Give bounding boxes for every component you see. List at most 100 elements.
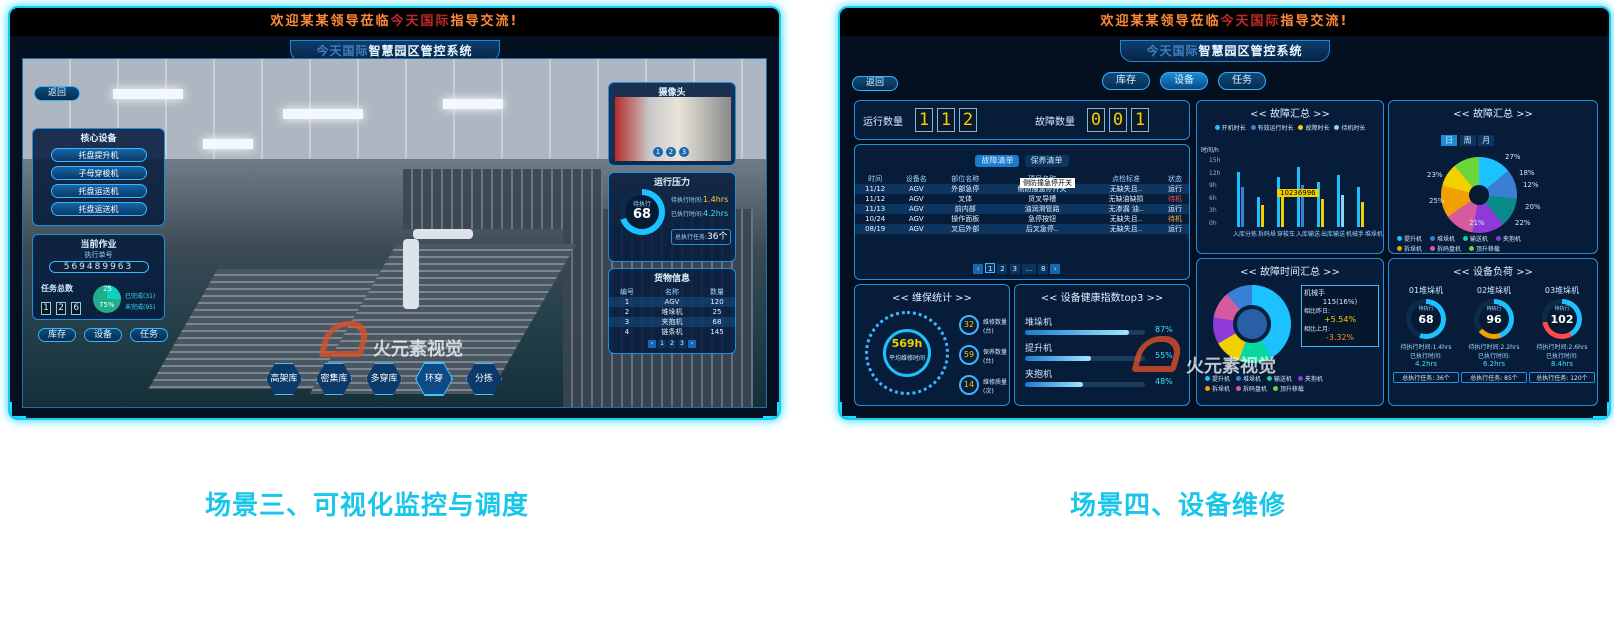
maint-count: 59 — [959, 345, 979, 365]
mom-value: -3.32% — [1325, 333, 1355, 342]
maintenance-stats-panel: << 维保统计 >> 569h 平均维修时间 32 维修数量(台) 59 保养数… — [854, 284, 1010, 406]
tab-inventory[interactable]: 库存 — [38, 328, 76, 342]
bar — [1261, 205, 1264, 227]
equipment-item[interactable]: 托盘运送机 — [50, 202, 147, 216]
load-machine-name: 02堆垛机 — [1476, 286, 1512, 295]
page-number[interactable]: 3 — [1009, 264, 1020, 274]
table-row[interactable]: 10/24 AGV 操作面板 急停按钮 无缺失且.. 待机 — [855, 214, 1189, 224]
table-row[interactable]: 11/13 AGV 前内部 油润滑管路 无渗漏 油.. 运行 — [855, 204, 1189, 214]
legend-item: 有效运行时长 — [1257, 125, 1294, 132]
load-value: 102 — [1550, 313, 1574, 326]
equipment-item[interactable]: 托盘提升机 — [50, 148, 147, 162]
load-machine-name: 03堆垛机 — [1544, 286, 1580, 295]
table-row[interactable]: 3 夹抱机 68 — [609, 317, 735, 327]
panel-title: 设备健康指数top3 — [1060, 293, 1144, 304]
period-month[interactable]: 月 — [1478, 135, 1495, 146]
load-wait: 待执行时间:2.6hrs — [1536, 344, 1588, 351]
page-ellipsis: ... — [1021, 264, 1036, 274]
page-number[interactable]: 1 — [985, 263, 996, 273]
tab-equipment[interactable]: 设备 — [1160, 72, 1208, 90]
row-tooltip: 侧防撞急停开关 — [1020, 178, 1075, 188]
cell: 堆垛机 — [661, 308, 683, 316]
banner-company: 今天国际 — [1220, 14, 1281, 29]
page-number[interactable]: 2 — [997, 264, 1008, 274]
cell: AGV — [895, 184, 938, 194]
period-day[interactable]: 日 — [1441, 135, 1457, 146]
load-total: 总执行任务: 36个 — [1393, 372, 1459, 383]
bar — [1281, 192, 1284, 227]
counter-panel: 运行数量 112 故障数量 001 — [854, 100, 1190, 140]
cell: AGV — [895, 204, 938, 214]
maintenance-screen-panel: 欢迎某某领导莅临今天国际指导交流! 今天国际智慧园区管控系统 返回 库存 设备 … — [838, 6, 1611, 420]
page-number[interactable]: 2 — [668, 340, 676, 348]
camera-dot[interactable]: 3 — [679, 147, 689, 157]
core-equipment-panel: 核心设备 托盘提升机 子母穿梭机 托盘运送机 托盘运送机 — [32, 128, 165, 226]
task-total-label: 任务总数 — [41, 284, 73, 293]
table-row[interactable]: 11/12 AGV 叉体 货叉导槽 无缺油缺损 待机 — [855, 194, 1189, 204]
back-button[interactable]: 返回 — [34, 86, 80, 101]
table-row[interactable]: 4 链条机 145 — [609, 327, 735, 337]
legend-item: 拆垛机 — [1404, 246, 1423, 253]
avg-repair-time: 569h — [891, 337, 923, 350]
camera-selector[interactable]: 123 — [653, 147, 689, 157]
tab-equipment[interactable]: 设备 — [84, 328, 122, 342]
watermark-text: 火元素视觉 — [373, 339, 463, 360]
banner-text: 欢迎某某领导莅临 — [1100, 14, 1221, 29]
table-row[interactable]: 08/19 AGV 叉后外部 后叉急停.. 无缺失且.. 运行 — [855, 224, 1189, 234]
camera-panel: 摄像头 123 — [608, 82, 736, 166]
chevron-left-icon: << — [1240, 267, 1260, 278]
panel-title: 故障时间汇总 — [1260, 267, 1320, 278]
load-run-label: 已执行时间: — [1477, 353, 1511, 360]
camera-dot[interactable]: 2 — [666, 147, 676, 157]
done-count: 已完成(31) — [125, 293, 156, 300]
page-number[interactable]: 1 — [658, 340, 667, 348]
load-run-label: 已执行时间: — [1409, 353, 1443, 360]
equipment-item[interactable]: 子母穿梭机 — [50, 166, 147, 180]
equipment-item[interactable]: 托盘运送机 — [50, 184, 147, 198]
yoy-label: 相比昨日: — [1304, 308, 1331, 315]
load-total: 总执行任务: 85个 — [1461, 372, 1527, 383]
bar — [1277, 177, 1280, 227]
load-run-value: 6.2hrs — [1482, 360, 1506, 368]
bar — [1257, 197, 1260, 227]
cell: 运行 — [1160, 184, 1189, 194]
robot-arm — [403, 239, 419, 309]
next-page-icon[interactable]: › — [687, 340, 696, 348]
camera-dot[interactable]: 1 — [653, 147, 663, 157]
mom-label: 相比上月: — [1304, 326, 1331, 333]
cell: 无渗漏 油.. — [1091, 204, 1161, 214]
period-week[interactable]: 周 — [1459, 135, 1476, 146]
cell: 叉体 — [958, 195, 973, 203]
scene-caption: 场景三、可视化监控与调度 — [205, 491, 530, 521]
load-total: 总执行任务: 120个 — [1529, 372, 1595, 383]
prev-page-icon[interactable]: ‹ — [648, 340, 657, 348]
pie-label: 27% — [1505, 153, 1521, 161]
ceiling-lamp — [113, 89, 183, 99]
tick-label: 9h — [1209, 182, 1217, 189]
page-number[interactable]: 8 — [1038, 264, 1049, 274]
tick-label: 堆垛机 — [1364, 231, 1383, 238]
pie-label: 22% — [1515, 219, 1531, 227]
cell: 运行 — [1160, 224, 1189, 234]
page-number[interactable]: 3 — [677, 340, 686, 348]
table-row[interactable]: 1 AGV 120 — [609, 297, 735, 307]
tab-inventory[interactable]: 库存 — [1102, 72, 1150, 90]
prev-page-icon[interactable]: ‹ — [973, 264, 983, 274]
system-name: 智慧园区管控系统 — [1198, 44, 1303, 58]
pie-label: 21% — [1469, 219, 1485, 227]
tab-fault-list[interactable]: 故障清单 — [975, 155, 1020, 167]
tab-task[interactable]: 任务 — [1218, 72, 1266, 90]
exec-no-value: 569489963 — [48, 261, 149, 273]
next-page-icon[interactable]: › — [1050, 264, 1061, 274]
health-bar-fill — [1025, 356, 1091, 361]
tab-maintain-list[interactable]: 保养清单 — [1024, 155, 1069, 167]
back-button[interactable]: 返回 — [852, 76, 898, 91]
panel-title: 货物信息 — [653, 274, 690, 284]
pager: ‹ 1 2 3 › — [609, 340, 735, 348]
run-count-label: 运行数量 — [863, 117, 903, 128]
remain-pct: 75% — [99, 301, 115, 309]
table-row[interactable]: 2 堆垛机 25 — [609, 307, 735, 317]
bar — [1357, 187, 1360, 227]
maint-count: 32 — [959, 315, 979, 335]
tab-task[interactable]: 任务 — [130, 328, 168, 342]
